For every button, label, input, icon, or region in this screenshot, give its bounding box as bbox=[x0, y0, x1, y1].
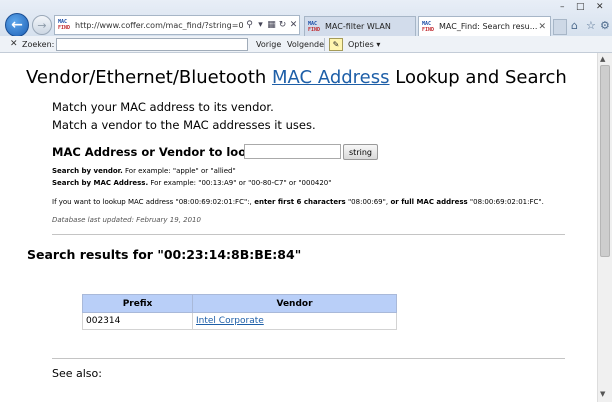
scroll-thumb[interactable] bbox=[600, 65, 610, 257]
find-bar: ✕ Zoeken: Vorige Volgende ✎ Opties ▾ bbox=[0, 36, 612, 53]
tab-mac-filter[interactable]: MAC FIND MAC-filter WLAN bbox=[304, 16, 416, 36]
gear-icon[interactable]: ⚙ bbox=[600, 19, 610, 32]
divider bbox=[52, 358, 565, 359]
scroll-up-icon[interactable]: ▲ bbox=[600, 55, 605, 63]
vertical-scrollbar[interactable]: ▲ ▼ bbox=[597, 53, 612, 402]
tab-favicon: MAC FIND bbox=[422, 20, 435, 33]
hint-long-2: enter first 6 characters bbox=[251, 198, 346, 206]
lookup-input[interactable] bbox=[244, 144, 341, 159]
close-window-icon[interactable]: ✕ bbox=[596, 2, 604, 12]
see-also-label: See also: bbox=[52, 367, 102, 380]
table-row: 002314 Intel Corporate bbox=[82, 312, 397, 330]
page-title-prefix: Vendor/Ethernet/Bluetooth bbox=[26, 67, 273, 88]
find-previous-button[interactable]: Vorige bbox=[256, 40, 281, 49]
forward-button[interactable]: → bbox=[32, 15, 52, 35]
divider bbox=[52, 234, 565, 235]
hint-mac: Search by MAC Address. For example: "00:… bbox=[52, 179, 331, 187]
find-options-label: Opties bbox=[348, 40, 374, 49]
intro-line-1: Match your MAC address to its vendor. bbox=[52, 100, 274, 114]
tab-mac-find[interactable]: MAC FIND MAC_Find: Search resu... ✕ bbox=[418, 16, 551, 36]
scroll-down-icon[interactable]: ▼ bbox=[600, 390, 605, 398]
intro-line-2: Match a vendor to the MAC addresses it u… bbox=[52, 118, 316, 132]
column-header-prefix: Prefix bbox=[82, 294, 193, 313]
hint-long-4: or full MAC address bbox=[388, 198, 468, 206]
find-options-button[interactable]: Opties ▾ bbox=[348, 40, 380, 49]
hint-vendor-text: For example: "apple" or "allied" bbox=[122, 167, 236, 175]
back-button[interactable]: ← bbox=[5, 13, 29, 37]
database-updated: Database last updated: February 19, 2010 bbox=[52, 216, 201, 224]
results-heading: Search results for "00:23:14:8B:BE:84" bbox=[27, 247, 302, 262]
back-arrow-icon: ← bbox=[11, 17, 23, 33]
site-favicon: MAC FIND bbox=[58, 19, 71, 31]
browser-titlebar: ← → MAC FIND http://www.coffer.com/mac_fi… bbox=[0, 0, 612, 37]
stop-icon[interactable]: ✕ bbox=[288, 20, 299, 30]
tab-favicon: MAC FIND bbox=[308, 20, 321, 33]
highlight-icon[interactable]: ✎ bbox=[329, 38, 343, 51]
refresh-icon[interactable]: ↻ bbox=[277, 20, 288, 30]
hint-vendor: Search by vendor. For example: "apple" o… bbox=[52, 167, 236, 175]
close-find-icon[interactable]: ✕ bbox=[10, 39, 18, 49]
page-title: Vendor/Ethernet/Bluetooth MAC Address Lo… bbox=[26, 67, 567, 88]
hint-mac-bold: Search by MAC Address. bbox=[52, 179, 149, 187]
address-url[interactable]: http://www.coffer.com/mac_find/?string=0… bbox=[75, 21, 244, 30]
mac-address-link[interactable]: MAC Address bbox=[272, 67, 390, 88]
find-input[interactable] bbox=[56, 38, 248, 51]
prefix-cell: 002314 bbox=[82, 312, 193, 330]
page-title-suffix: Lookup and Search bbox=[389, 67, 567, 88]
dropdown-icon[interactable]: ▾ bbox=[255, 20, 266, 30]
favorites-star-icon[interactable]: ☆ bbox=[586, 19, 596, 32]
chevron-down-icon: ▾ bbox=[376, 40, 381, 49]
vendor-cell: Intel Corporate bbox=[192, 312, 397, 330]
hint-long: If you want to lookup MAC address "08:00… bbox=[52, 198, 544, 206]
hint-long-1: If you want to lookup MAC address "08:00… bbox=[52, 198, 252, 206]
tab-label: MAC_Find: Search resu... bbox=[439, 22, 538, 31]
hint-mac-text: For example: "00:13:A9" or "00-80-C7" or… bbox=[148, 179, 332, 187]
maximize-icon[interactable]: □ bbox=[576, 2, 585, 12]
home-icon[interactable]: ⌂ bbox=[571, 19, 578, 32]
find-label: Zoeken: bbox=[22, 40, 55, 49]
compatibility-icon[interactable]: ▦ bbox=[266, 20, 277, 30]
find-next-button[interactable]: Volgende bbox=[287, 40, 324, 49]
column-header-vendor: Vendor bbox=[192, 294, 397, 313]
address-bar[interactable]: MAC FIND http://www.coffer.com/mac_find/?… bbox=[54, 15, 300, 35]
new-tab-button[interactable] bbox=[553, 19, 567, 35]
close-tab-icon[interactable]: ✕ bbox=[538, 22, 546, 32]
page-content: Vendor/Ethernet/Bluetooth MAC Address Lo… bbox=[0, 53, 597, 402]
vendor-link[interactable]: Intel Corporate bbox=[196, 316, 264, 326]
hint-vendor-bold: Search by vendor. bbox=[52, 167, 123, 175]
tab-label: MAC-filter WLAN bbox=[325, 22, 391, 31]
search-icon[interactable]: ⚲ bbox=[244, 20, 255, 30]
hint-long-3: "08:00:69", bbox=[345, 198, 389, 206]
results-table: Prefix Vendor 002314 Intel Corporate bbox=[82, 294, 397, 330]
table-header-row: Prefix Vendor bbox=[82, 294, 397, 313]
lookup-submit-button[interactable]: string bbox=[343, 144, 378, 160]
minimize-icon[interactable]: – bbox=[560, 2, 565, 12]
find-divider bbox=[324, 38, 325, 51]
forward-arrow-icon: → bbox=[37, 18, 47, 32]
hint-long-5: "08:00:69:02:01:FC". bbox=[467, 198, 544, 206]
